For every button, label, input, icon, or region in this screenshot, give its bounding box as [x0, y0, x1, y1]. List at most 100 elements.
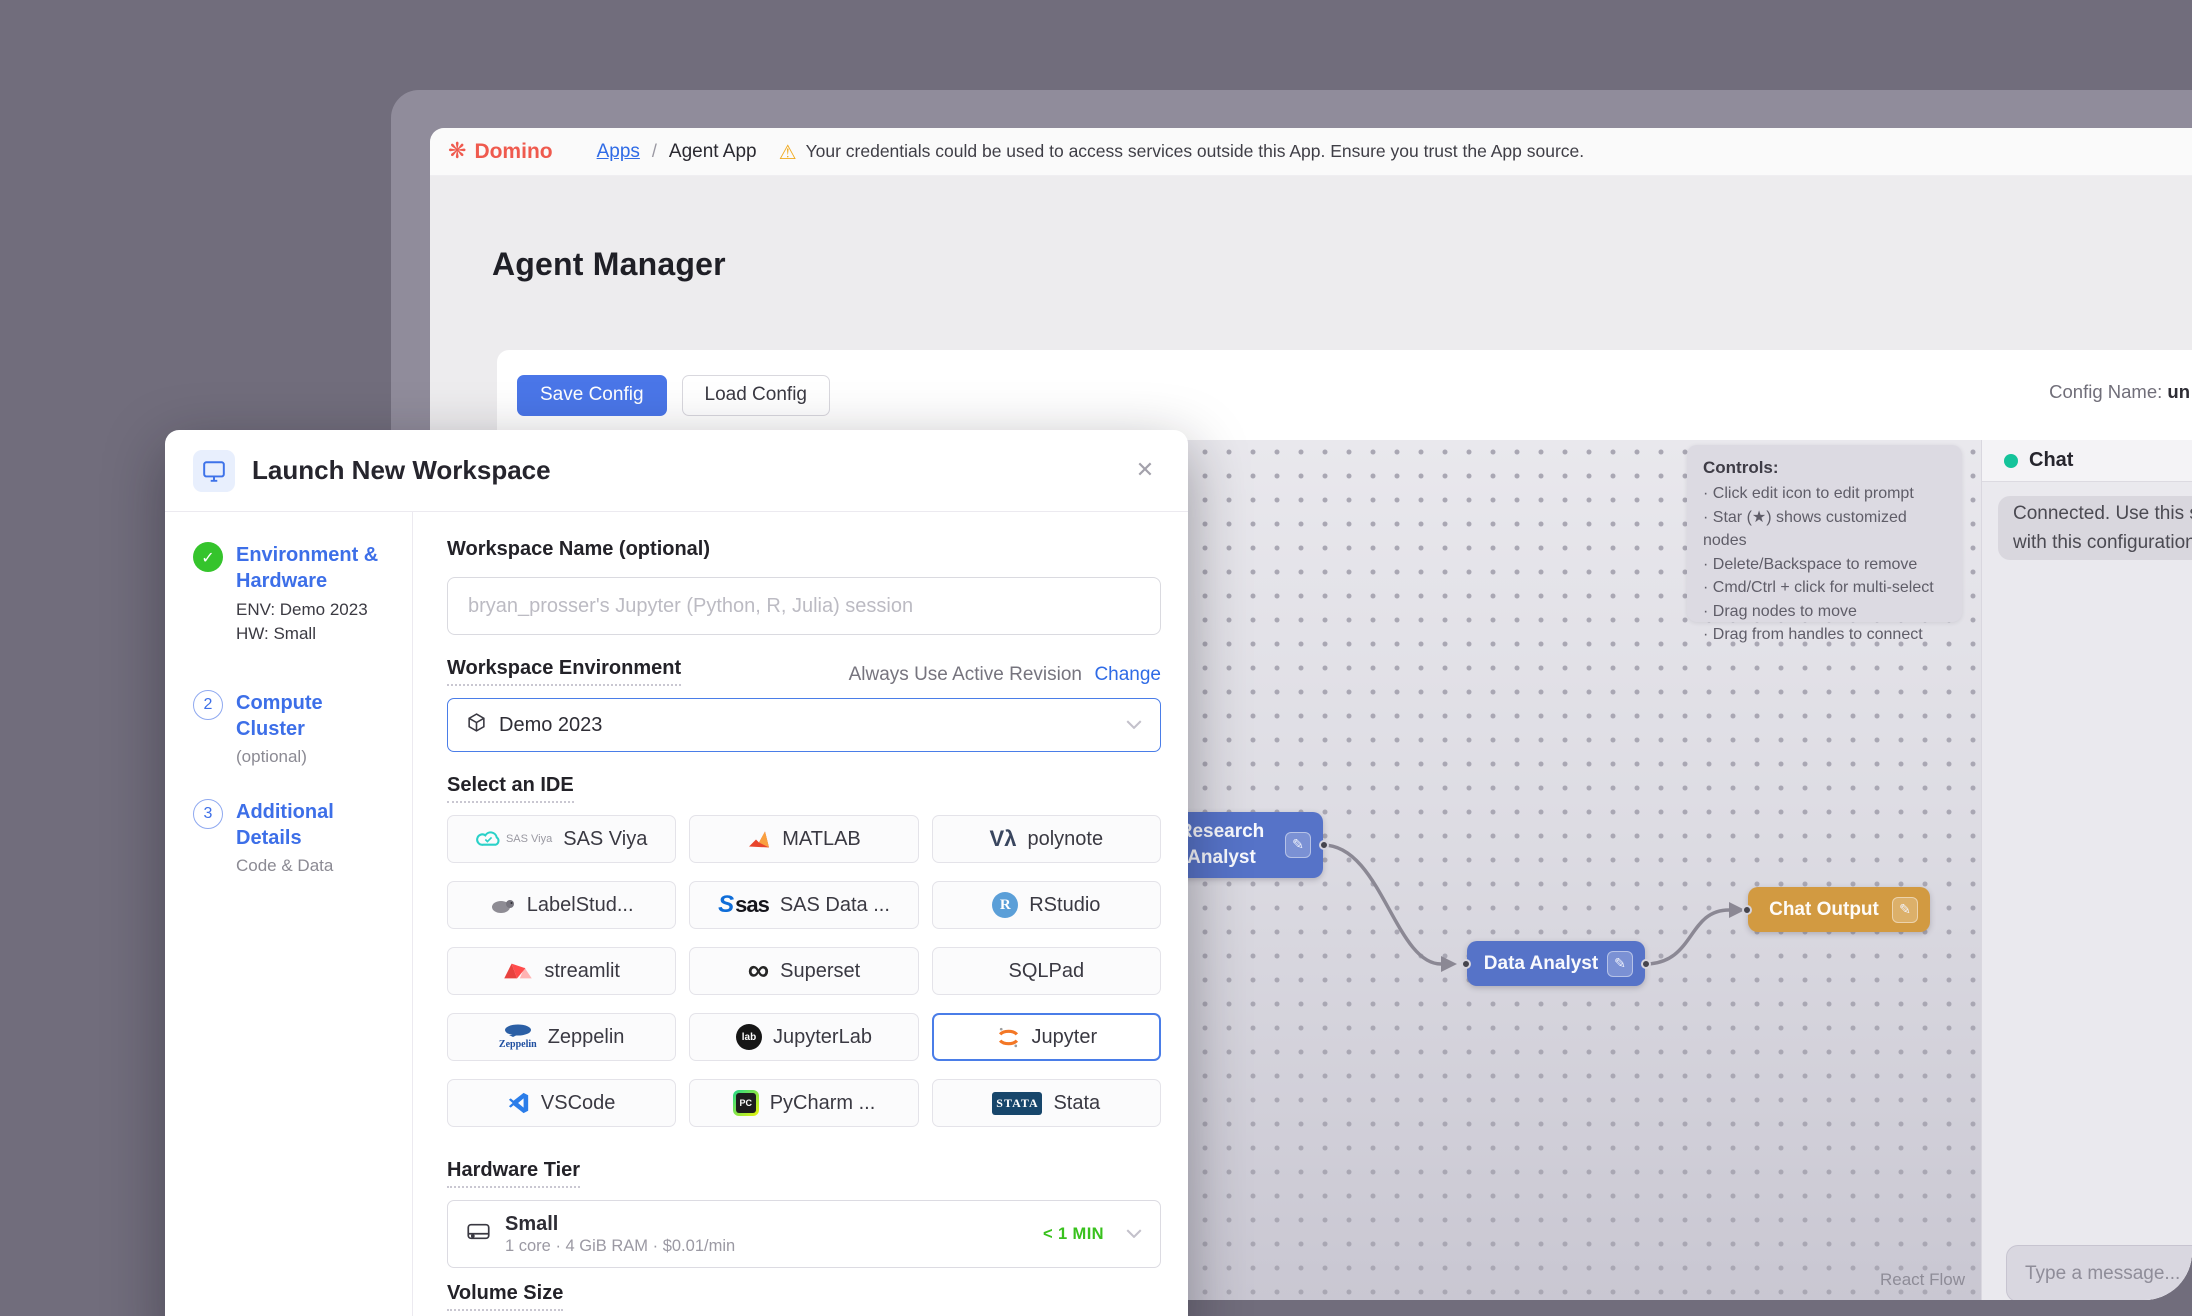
- modal-header: Launch New Workspace: [165, 430, 1188, 512]
- step-subtitle: Code & Data: [236, 856, 334, 875]
- controls-item: Delete/Backspace to remove: [1703, 553, 1946, 577]
- ide-tile-polynote[interactable]: Vλ polynote: [931, 815, 1161, 863]
- modal-steps: Environment & Hardware ENV: Demo 2023 HW…: [165, 512, 413, 1316]
- chat-message-line: Connected. Use this spac: [2013, 503, 2192, 524]
- ide-tile-sqlpad[interactable]: SQLPad: [931, 947, 1161, 995]
- chevron-down-icon: [1126, 1225, 1142, 1243]
- vscode-icon: [508, 1092, 530, 1114]
- ide-tile-streamlit[interactable]: streamlit: [447, 947, 677, 995]
- chat-message-line: with this configuration ag: [2013, 532, 2192, 553]
- chat-header: Chat: [1982, 440, 2192, 482]
- chevron-down-icon: [1126, 716, 1142, 734]
- step-number: 3: [193, 799, 223, 829]
- config-name-label: Config Name:: [2049, 381, 2163, 402]
- node-output-handle[interactable]: [1641, 959, 1651, 969]
- hardware-tier-specs: 1 core · 4 GiB RAM · $0.01/min: [505, 1236, 736, 1255]
- modal-title: Launch New Workspace: [252, 455, 551, 485]
- config-name: Config Name: un: [2049, 381, 2190, 403]
- ide-label: Stata: [1053, 1091, 1101, 1114]
- sas-logo-text: sas: [735, 892, 770, 917]
- ide-tile-stata[interactable]: STATA Stata: [931, 1079, 1161, 1127]
- brand-label: Domino: [474, 139, 553, 163]
- workspace-environment-label: Workspace Environment: [447, 657, 682, 686]
- ide-label: polynote: [1027, 827, 1104, 850]
- launch-workspace-modal: Launch New Workspace Environment & Hardw…: [165, 430, 1188, 1316]
- domino-brand[interactable]: Domino: [448, 139, 553, 164]
- ide-label: Zeppelin: [547, 1025, 625, 1048]
- ide-label: VSCode: [540, 1091, 616, 1114]
- ide-tile-vscode[interactable]: VSCode: [447, 1079, 677, 1127]
- superset-icon: ∞: [747, 954, 770, 987]
- chat-status-dot-icon: [2004, 453, 2018, 468]
- node-input-handle[interactable]: [1742, 905, 1752, 915]
- stata-icon: STATA: [992, 1091, 1043, 1115]
- step-title: Compute Cluster: [236, 692, 323, 740]
- ide-label: SQLPad: [1008, 959, 1085, 982]
- workspace-name-input[interactable]: [447, 577, 1161, 635]
- breadcrumb-separator: /: [651, 141, 657, 161]
- chat-message-bubble: Connected. Use this spac with this confi…: [1998, 496, 2192, 560]
- workspace-monitor-icon: [193, 449, 235, 492]
- node-data-analyst[interactable]: Data Analyst: [1461, 941, 1651, 986]
- environment-select[interactable]: Demo 2023: [447, 698, 1161, 752]
- load-config-button[interactable]: Load Config: [681, 374, 830, 416]
- step-subtitle: (optional): [236, 747, 307, 766]
- top-nav-bar: Domino Apps / Agent App Your credentials…: [430, 128, 2192, 176]
- ide-tile-rstudio[interactable]: R RStudio: [931, 881, 1161, 929]
- step-compute-cluster[interactable]: 2 Compute Cluster (optional): [193, 690, 394, 769]
- ide-tile-labelstudio[interactable]: LabelStud...: [447, 881, 677, 929]
- step-check-icon: [193, 542, 223, 572]
- node-input-handle[interactable]: [1461, 959, 1471, 969]
- ide-tile-superset[interactable]: ∞ Superset: [689, 947, 919, 995]
- chat-title: Chat: [2029, 449, 2074, 471]
- zeppelin-icon: Zeppelin: [499, 1024, 537, 1050]
- edit-node-icon[interactable]: [1607, 950, 1633, 977]
- node-output-handle[interactable]: [1319, 840, 1329, 850]
- select-ide-label: Select an IDE: [447, 774, 574, 803]
- ide-tile-sas-viya[interactable]: SAS Viya SAS Viya: [447, 815, 677, 863]
- controls-item: Cmd/Ctrl + click for multi-select: [1703, 576, 1946, 600]
- sas-viya-icon: SAS Viya: [476, 830, 552, 849]
- modal-content: Workspace Name (optional) Workspace Envi…: [447, 512, 1161, 1316]
- ide-tile-matlab[interactable]: MATLAB: [689, 815, 919, 863]
- ide-tile-jupyterlab[interactable]: lab JupyterLab: [689, 1013, 919, 1061]
- step-number: 2: [193, 690, 223, 720]
- step-environment-hardware[interactable]: Environment & Hardware ENV: Demo 2023 HW…: [193, 542, 394, 646]
- ide-label: RStudio: [1029, 893, 1101, 916]
- controls-title: Controls:: [1703, 458, 1779, 477]
- warning-icon: [779, 140, 797, 164]
- react-flow-attribution: React Flow: [1879, 1270, 1965, 1289]
- config-name-value: un: [2167, 381, 2190, 402]
- workspace-name-label: Workspace Name (optional): [447, 538, 711, 560]
- hard-drive-icon: [466, 1221, 491, 1247]
- breadcrumb-current: Agent App: [668, 140, 757, 162]
- ide-label: JupyterLab: [773, 1025, 872, 1048]
- step-additional-details[interactable]: 3 Additional Details Code & Data: [193, 799, 394, 878]
- revision-text: Always Use Active Revision: [848, 664, 1082, 685]
- matlab-icon: [747, 829, 771, 850]
- ide-tile-sas-data[interactable]: Ssas SAS Data ...: [689, 881, 919, 929]
- close-icon[interactable]: [1130, 456, 1160, 486]
- edit-node-icon[interactable]: [1285, 832, 1311, 858]
- chat-message-input[interactable]: [2006, 1245, 2192, 1300]
- ide-tile-pycharm[interactable]: PC PyCharm ...: [689, 1079, 919, 1127]
- controls-item: Click edit icon to edit prompt: [1703, 482, 1946, 506]
- breadcrumb-apps-link[interactable]: Apps: [597, 141, 640, 163]
- controls-item: Star (★) shows customized nodes: [1703, 506, 1946, 553]
- ide-tile-zeppelin[interactable]: Zeppelin Zeppelin: [447, 1013, 677, 1061]
- change-revision-link[interactable]: Change: [1094, 664, 1161, 685]
- zeppelin-logo-text: Zeppelin: [498, 1039, 537, 1050]
- edit-node-icon[interactable]: [1892, 896, 1918, 923]
- ide-tile-jupyter-selected[interactable]: Jupyter: [931, 1013, 1161, 1061]
- node-label: Data Analyst: [1483, 952, 1599, 974]
- hardware-eta-badge: < 1 MIN: [1042, 1224, 1104, 1243]
- node-chat-output[interactable]: Chat Output: [1742, 887, 1930, 932]
- ide-label: PyCharm ...: [769, 1091, 876, 1114]
- ide-label: Superset: [780, 959, 861, 982]
- step-hw-value: HW: Small: [236, 624, 316, 643]
- save-config-button[interactable]: Save Config: [517, 374, 667, 416]
- hardware-tier-label: Hardware Tier: [447, 1159, 581, 1188]
- page-title: Agent Manager: [492, 246, 726, 282]
- ide-label: streamlit: [544, 959, 620, 982]
- hardware-tier-select[interactable]: Small 1 core · 4 GiB RAM · $0.01/min < 1…: [447, 1200, 1161, 1268]
